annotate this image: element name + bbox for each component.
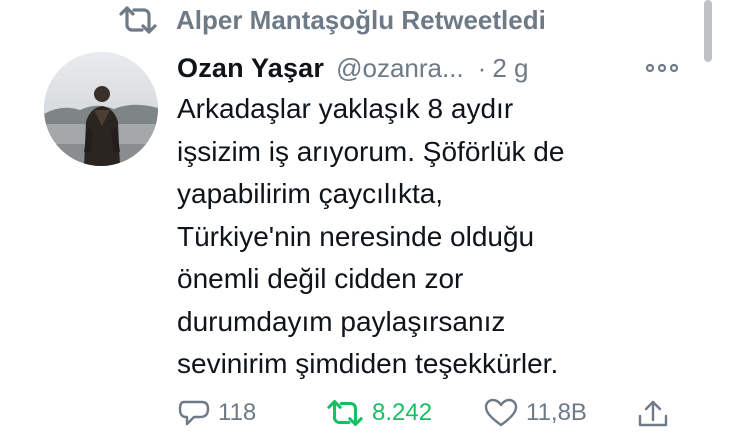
tweet-timestamp[interactable]: 2 g [492, 53, 528, 84]
reply-button[interactable]: 118 [178, 398, 256, 428]
reply-count: 118 [218, 399, 257, 426]
retweet-context-label: Alper Mantaşoğlu Retweetledi [176, 4, 546, 35]
author-handle[interactable]: @ozanra... [336, 53, 464, 84]
avatar[interactable] [44, 52, 158, 166]
heart-icon [484, 398, 518, 427]
scrollbar[interactable] [704, 0, 712, 62]
share-button[interactable] [636, 398, 678, 428]
tweet-text-line: durumdayım paylaşırsanız [177, 305, 506, 337]
retweet-context[interactable]: Alper Mantaşoğlu Retweetledi [118, 2, 546, 38]
like-button[interactable]: 11,8B [484, 398, 587, 428]
retweet-count: 8.242 [372, 399, 433, 426]
tweet-text-line: yapabilirim çaycılıkta, [177, 178, 444, 209]
more-options-icon[interactable] [644, 60, 680, 76]
reply-icon [178, 400, 210, 426]
tweet-text-line: işsizim iş arıyorum. Şöförlük de [177, 135, 565, 167]
retweet-icon [327, 400, 363, 426]
retweet-icon [118, 5, 158, 35]
author-name[interactable]: Ozan Yaşar [177, 53, 324, 84]
tweet-header: Ozan Yaşar @ozanra... · 2 g [177, 50, 529, 86]
separator-dot: · [477, 52, 487, 83]
tweet-text-line: Türkiye'nin neresinde olduğu [177, 220, 535, 252]
retweet-button[interactable]: 8.242 [326, 398, 432, 428]
like-count: 11,8B [526, 399, 587, 426]
tweet-actions: 118 8.242 11,8B [0, 398, 754, 436]
tweet-text-line: önemli değil cidden zor [177, 263, 464, 294]
share-icon [638, 400, 668, 427]
tweet-text-line: Arkadaşlar yaklaşık 8 aydır [177, 93, 514, 124]
tweet-text: Arkadaşlar yaklaşık 8 aydır işsizim iş a… [177, 88, 697, 386]
tweet-text-line: sevinirim şimdiden teşekkürler. [177, 348, 559, 379]
